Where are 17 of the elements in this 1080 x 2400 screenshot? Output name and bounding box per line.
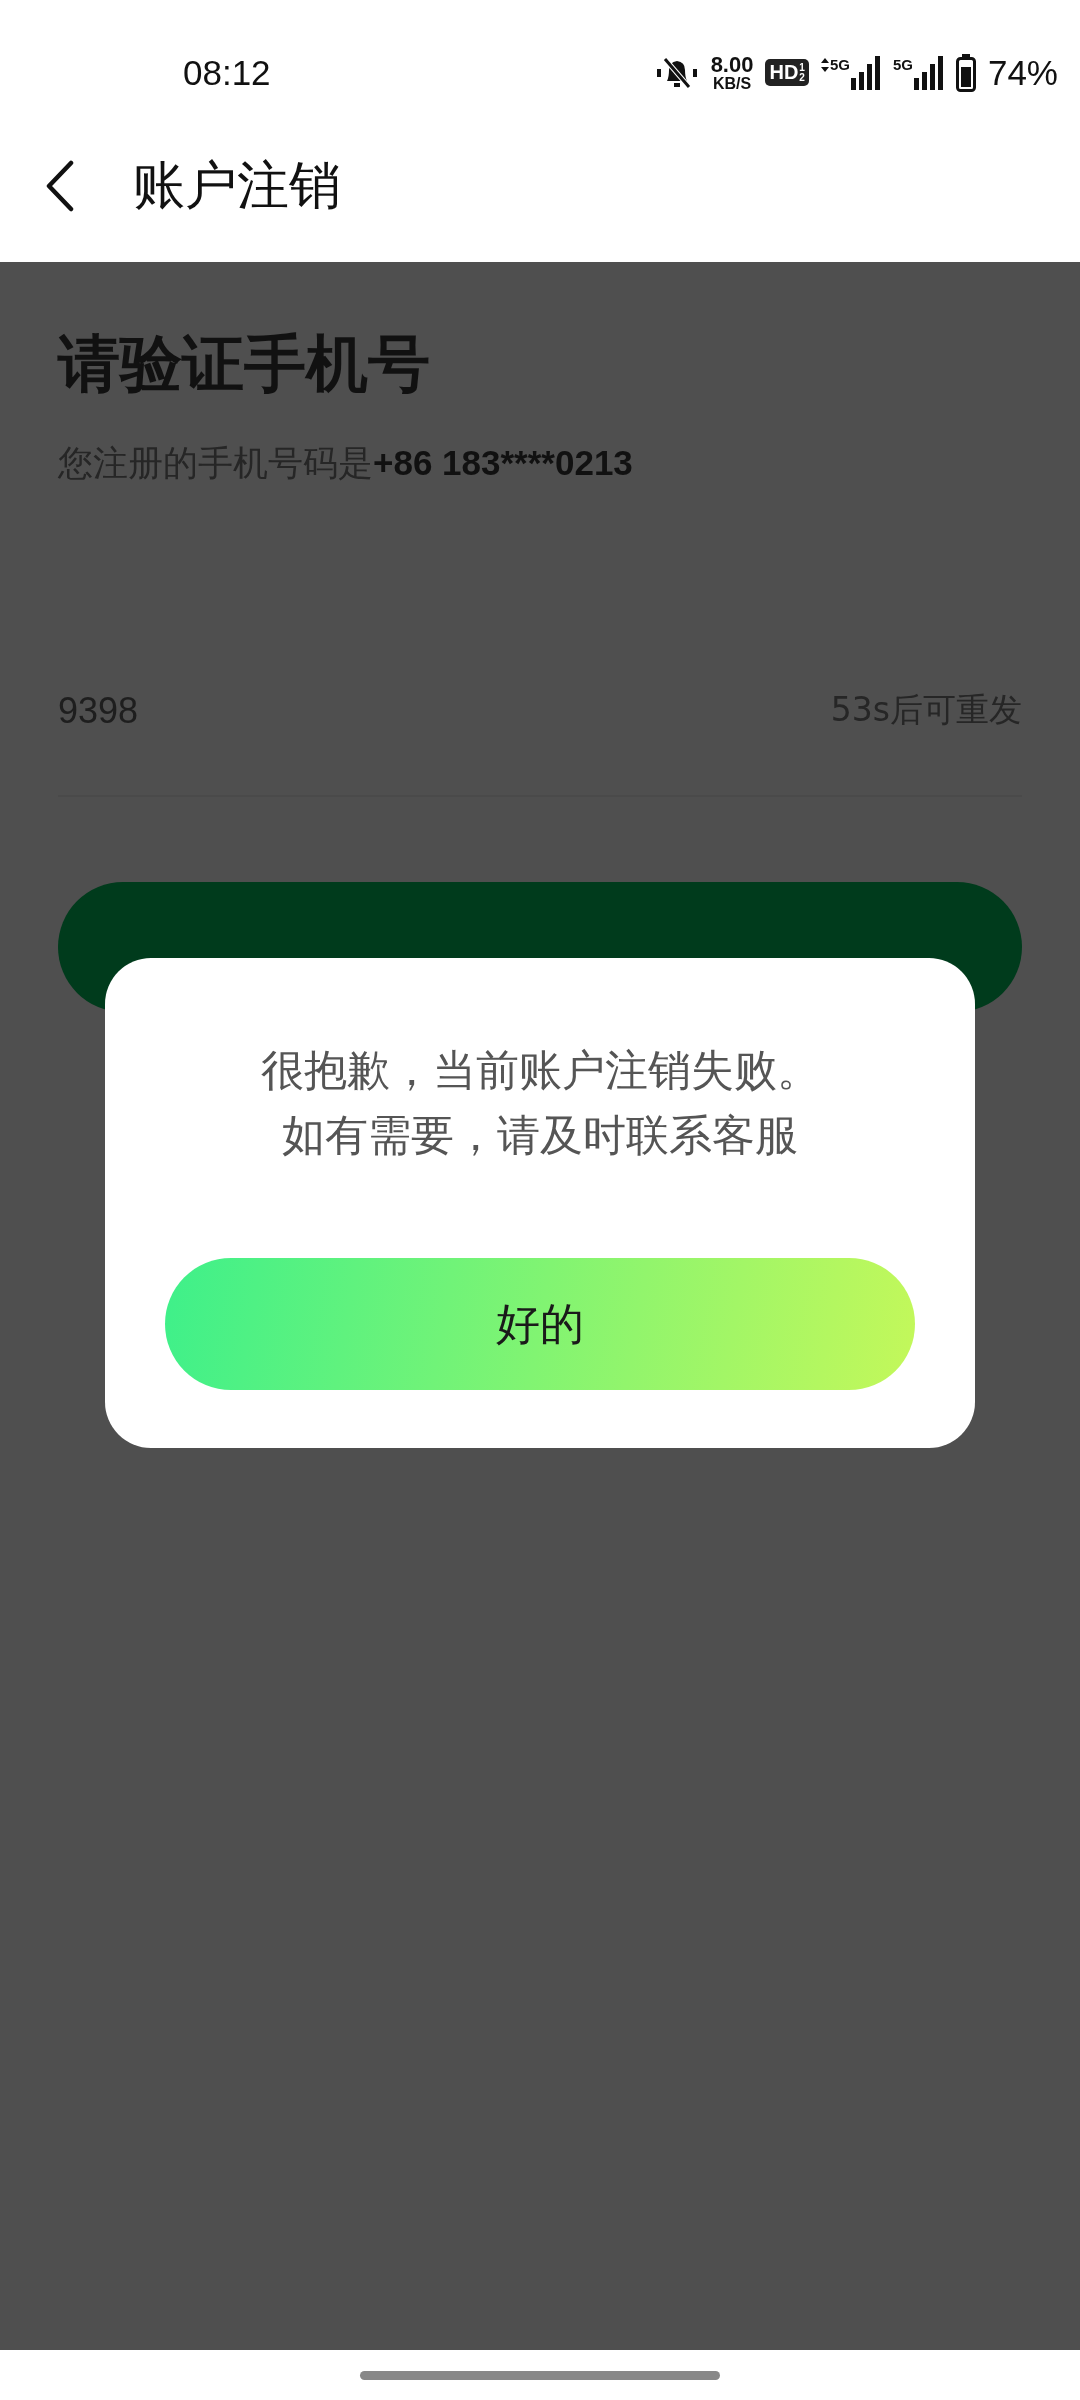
network-speed: 8.00 [710,53,754,76]
network-type: 5G [892,55,913,73]
home-indicator[interactable] [360,2370,720,2380]
up-down-arrow-icon [820,57,829,72]
dialog-message: 很抱歉，当前账户注销失败。 [260,1044,820,1097]
ok-button[interactable]: 好的 [165,1258,915,1390]
network-type: 5G [829,55,850,73]
battery-icon [955,53,976,92]
heading: 请验证手机号 [58,327,431,402]
battery-percentage: 74% [987,52,1058,93]
signal-bars-icon [850,55,881,90]
page-title: 账户注销 [133,153,341,217]
signal-bars-icon [913,55,944,90]
back-icon[interactable] [45,159,75,212]
status-time: 08:12 [183,52,271,93]
speed-unit: KB/S [712,75,752,92]
dialog-message: 如有需要，请及时联系客服 [282,1109,798,1162]
